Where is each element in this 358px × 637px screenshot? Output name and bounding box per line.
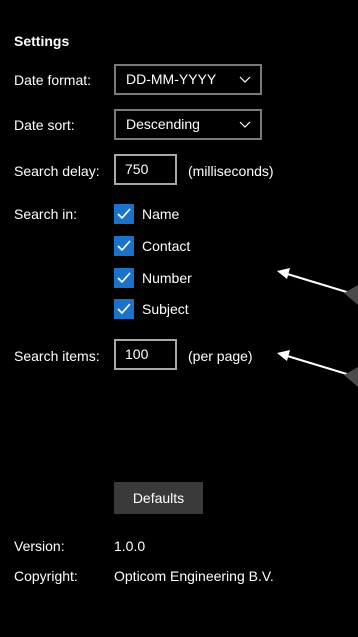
search-delay-label: Search delay: [14,163,100,179]
date-format-label: Date format: [14,72,92,88]
checkbox-label: Name [142,206,180,222]
checkbox-checked-icon [114,204,134,224]
checkbox-checked-icon [114,268,134,288]
search-delay-unit: (milliseconds) [188,163,274,179]
chevron-down-icon [239,76,251,83]
checkbox-checked-icon [114,299,134,319]
version-label: Version: [14,538,65,554]
chevron-down-icon [239,121,251,128]
checkbox-checked-icon [114,236,134,256]
checkbox-label: Subject [142,301,189,317]
date-format-select[interactable]: DD-MM-YYYY [114,64,262,95]
copyright-label: Copyright: [14,568,78,584]
search-items-label: Search items: [14,348,100,364]
search-in-label: Search in: [14,206,78,222]
date-sort-label: Date sort: [14,117,75,133]
search-items-unit: (per page) [188,348,253,364]
search-items-input[interactable]: 100 [114,339,177,370]
checkbox-label: Number [142,270,192,286]
annotation-arrow-icon [277,268,358,305]
defaults-button[interactable]: Defaults [114,482,203,514]
page-title: Settings [14,33,70,49]
annotation-arrow-icon [277,350,358,387]
version-value: 1.0.0 [114,538,146,554]
date-sort-value: Descending [126,116,200,132]
date-sort-select[interactable]: Descending [114,109,262,140]
search-delay-input[interactable]: 750 [114,154,177,185]
date-format-value: DD-MM-YYYY [126,71,217,87]
checkbox-label: Contact [142,238,191,254]
copyright-value: Opticom Engineering B.V. [114,568,274,584]
